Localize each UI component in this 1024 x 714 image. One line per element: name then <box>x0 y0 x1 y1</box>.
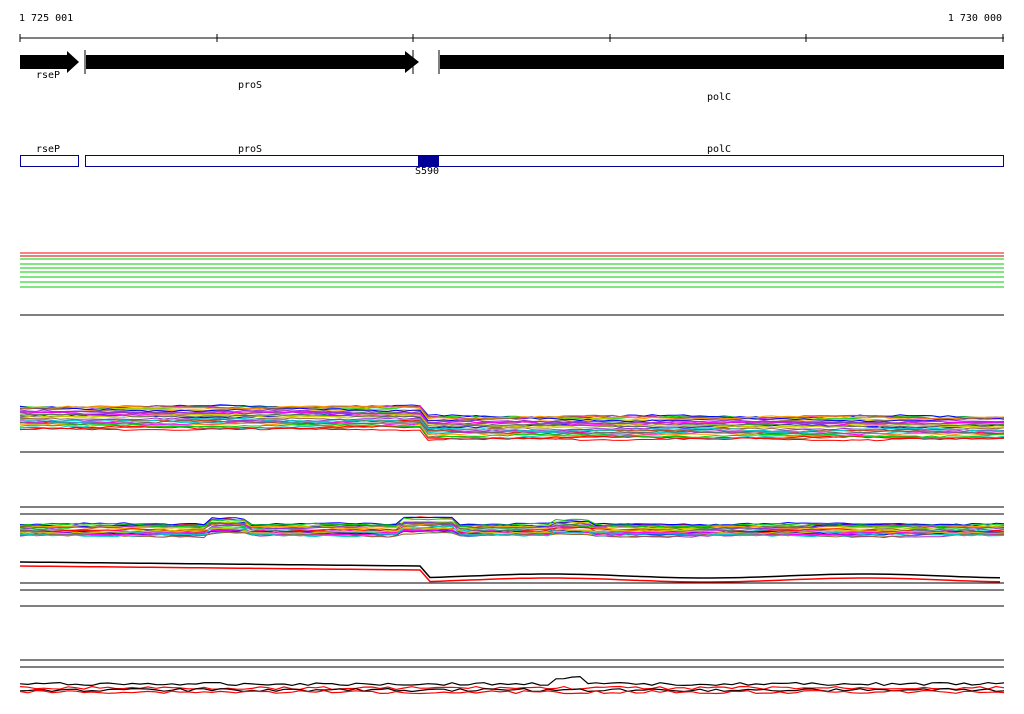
feature-label-rseP: rseP <box>35 144 61 155</box>
gene-arrow-proS[interactable] <box>86 51 419 73</box>
expression-track-3 <box>19 675 1005 695</box>
gene-label-rseP: rseP <box>35 70 61 81</box>
expression-track-2 <box>19 516 1005 583</box>
gene-label-proS: proS <box>237 80 263 91</box>
gene-track <box>20 50 1004 74</box>
feature-label-proS: proS <box>237 144 263 155</box>
gene-label-polC: polC <box>706 92 732 103</box>
feature-box-proS-polC[interactable] <box>85 155 1004 167</box>
feature-label-polC: polC <box>706 144 732 155</box>
signal-series <box>19 561 1001 579</box>
feature-label-S590: S590 <box>414 166 440 177</box>
feature-track <box>20 155 1004 167</box>
signal-series <box>19 675 1005 687</box>
gene-arrow-polC[interactable] <box>440 55 1004 69</box>
tracks-canvas <box>19 34 1005 695</box>
flat-signal-track <box>20 252 1004 288</box>
signal-series <box>19 687 1005 693</box>
expression-track-1 <box>19 404 1005 442</box>
genome-browser-view: 1 725 001 1 730 000 rseP proS polC rseP … <box>0 0 1024 714</box>
coordinate-ruler <box>19 34 1004 42</box>
feature-box-rseP[interactable] <box>20 155 79 167</box>
